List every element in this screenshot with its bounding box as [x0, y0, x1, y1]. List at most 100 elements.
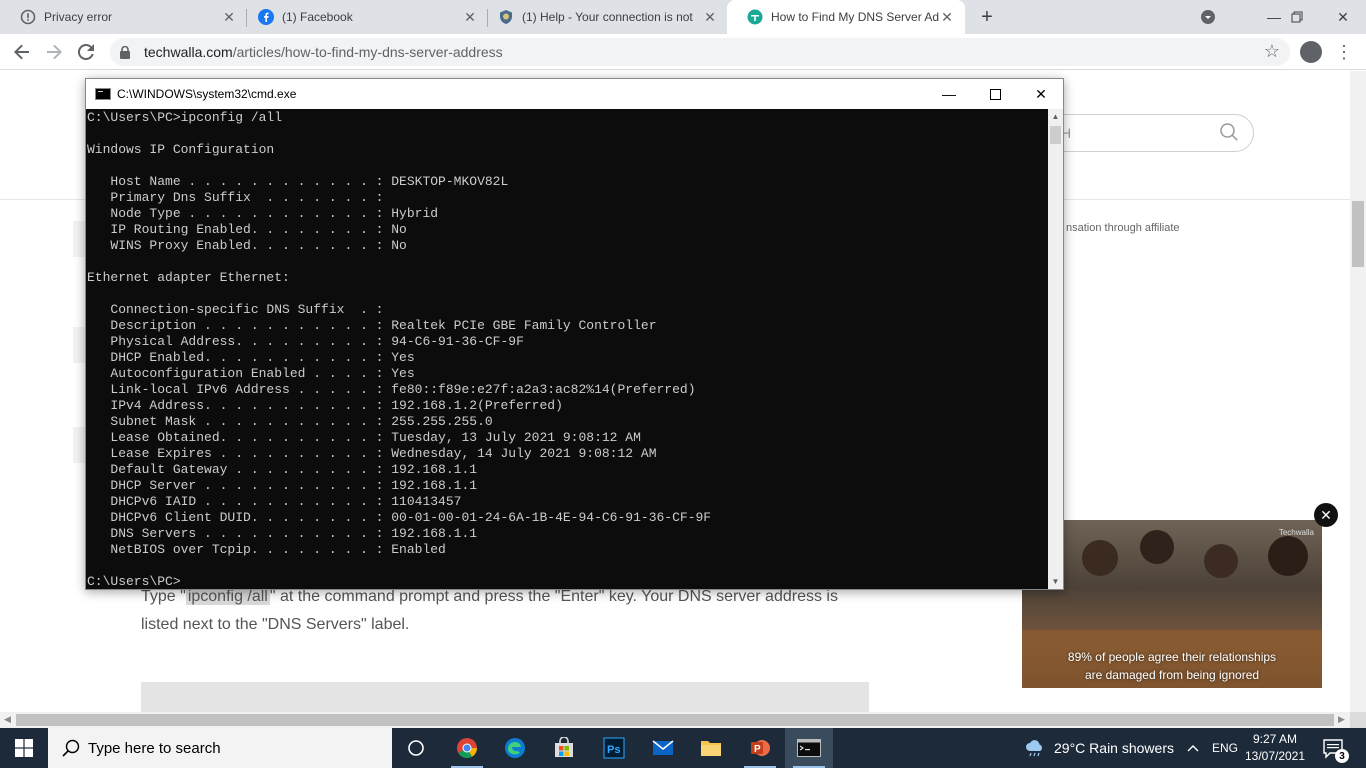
weather-widget[interactable]: 29°C Rain showers	[1024, 728, 1174, 768]
affiliate-disclosure: nsation through affiliate	[1066, 222, 1180, 234]
restore-browser-button[interactable]	[1274, 0, 1320, 34]
ad-figure	[1140, 530, 1174, 564]
cmd-title-bar[interactable]: C:\WINDOWS\system32\cmd.exe	[86, 79, 1063, 109]
taskbar-clock[interactable]: 9:27 AM 13/07/2021	[1240, 731, 1310, 765]
help-shield-icon	[498, 9, 514, 25]
close-tab-icon[interactable]: ✕	[462, 9, 478, 25]
console-text: C:\Users\PC>ipconfig /all Windows IP Con…	[87, 110, 712, 589]
site-search-input[interactable]: H	[1040, 114, 1254, 152]
weather-text: 29°C Rain showers	[1054, 740, 1174, 756]
start-button[interactable]	[0, 728, 48, 768]
highlighted-command: ipconfig /all	[185, 588, 270, 605]
share-button[interactable]	[73, 327, 85, 363]
close-tab-icon[interactable]: ✕	[939, 9, 955, 25]
task-view-button[interactable]	[392, 728, 440, 768]
article-text-segment: listed next to the "DNS Servers" label.	[141, 616, 410, 633]
tab-search-button[interactable]	[1185, 0, 1231, 34]
cmd-icon	[95, 88, 111, 100]
browser-toolbar: techwalla.com/articles/how-to-find-my-dn…	[0, 34, 1366, 70]
scroll-left-icon[interactable]: ◀	[4, 714, 11, 725]
forward-button[interactable]	[42, 40, 66, 64]
page-vertical-scrollbar[interactable]	[1350, 71, 1366, 712]
profile-avatar[interactable]	[1300, 41, 1322, 63]
scroll-down-icon[interactable]: ▼	[1048, 574, 1063, 589]
url-path: /articles/how-to-find-my-dns-server-addr…	[232, 44, 503, 60]
taskbar-chrome[interactable]	[443, 728, 491, 768]
svg-text:Ps: Ps	[607, 744, 620, 756]
advertisement-image[interactable]: Techwalla 89% of people agree their rela…	[1022, 520, 1322, 688]
photoshop-icon: Ps	[603, 737, 625, 759]
arrow-right-icon	[47, 44, 62, 60]
browser-tab-strip: Privacy error ✕ (1) Facebook ✕ (1) Help …	[0, 0, 1366, 34]
article-text-segment: Type "	[141, 588, 186, 605]
svg-text:P: P	[754, 744, 761, 755]
taskbar: Type here to search Ps P 29°C Rain showe…	[0, 728, 1366, 768]
lock-icon	[120, 45, 132, 59]
reload-icon	[78, 44, 94, 60]
scrollbar-thumb[interactable]	[1352, 201, 1364, 267]
taskbar-cmd[interactable]	[785, 728, 833, 768]
ad-figure	[1204, 544, 1238, 578]
cmd-window-title: C:\WINDOWS\system32\cmd.exe	[117, 87, 297, 101]
ad-caption: 89% of people agree their relationships …	[1022, 648, 1322, 684]
taskbar-powerpoint[interactable]: P	[736, 728, 784, 768]
task-view-icon	[408, 740, 424, 756]
console-output[interactable]: C:\Users\PC>ipconfig /all Windows IP Con…	[86, 109, 1048, 589]
ad-figure	[1082, 540, 1118, 576]
article-text-segment: " at the command prompt and press the "E…	[269, 588, 838, 605]
image-placeholder	[141, 682, 869, 712]
tab-title: (1) Help - Your connection is not	[522, 10, 693, 24]
browser-menu-icon[interactable]: ⋮	[1332, 40, 1356, 64]
cmd-minimize-button[interactable]: —	[926, 79, 972, 109]
restore-icon	[1291, 11, 1303, 23]
maximize-icon	[989, 88, 1001, 100]
techwalla-icon	[747, 9, 763, 25]
scrollbar-corner	[1350, 712, 1366, 728]
scrollbar-thumb[interactable]	[16, 714, 1334, 726]
tab-help[interactable]: (1) Help - Your connection is not ✕	[478, 0, 728, 34]
close-browser-button[interactable]: ✕	[1320, 0, 1366, 34]
tab-facebook[interactable]: (1) Facebook ✕	[238, 0, 488, 34]
search-icon[interactable]	[1219, 122, 1239, 142]
cmd-close-button[interactable]: ✕	[1018, 79, 1064, 109]
close-tab-icon[interactable]: ✕	[702, 9, 718, 25]
taskbar-mail[interactable]	[639, 728, 687, 768]
bookmark-star-icon[interactable]: ☆	[1262, 41, 1282, 61]
taskbar-edge[interactable]	[491, 728, 539, 768]
scroll-up-icon[interactable]: ▲	[1048, 109, 1063, 124]
address-bar[interactable]: techwalla.com/articles/how-to-find-my-dn…	[110, 38, 1290, 66]
article-paragraph: Type " ipconfig /all " at the command prom…	[141, 583, 871, 639]
console-scrollbar[interactable]: ▲ ▼	[1048, 109, 1063, 589]
show-hidden-icons-button[interactable]	[1187, 728, 1199, 768]
reload-button[interactable]	[74, 40, 98, 64]
edge-icon	[505, 738, 525, 758]
tab-techwalla[interactable]: How to Find My DNS Server Add ✕	[727, 0, 965, 34]
new-tab-button[interactable]: +	[975, 5, 999, 29]
scrollbar-thumb[interactable]	[1050, 126, 1061, 144]
language-indicator[interactable]: ENG	[1212, 728, 1238, 768]
close-ad-button[interactable]: ✕	[1314, 503, 1338, 527]
close-tab-icon[interactable]: ✕	[221, 9, 237, 25]
taskbar-store[interactable]	[540, 728, 588, 768]
share-button[interactable]	[73, 427, 85, 463]
chevron-up-icon	[1187, 745, 1199, 752]
share-button[interactable]	[73, 221, 85, 257]
tab-title: (1) Facebook	[282, 10, 353, 24]
back-button[interactable]	[10, 40, 34, 64]
file-explorer-icon	[701, 741, 721, 756]
taskbar-search-box[interactable]: Type here to search	[48, 728, 392, 768]
ad-caption-line: 89% of people agree their relationships	[1067, 650, 1277, 664]
clock-date: 13/07/2021	[1244, 749, 1306, 763]
cmd-window[interactable]: C:\WINDOWS\system32\cmd.exe — ✕ C:\Users…	[85, 78, 1064, 590]
tab-title: Privacy error	[44, 10, 113, 24]
taskbar-file-explorer[interactable]	[687, 728, 735, 768]
scroll-right-icon[interactable]: ▶	[1338, 714, 1345, 725]
tab-privacy-error[interactable]: Privacy error ✕	[0, 0, 247, 34]
page-horizontal-scrollbar[interactable]: ◀ ▶	[0, 712, 1350, 728]
cmd-maximize-button[interactable]	[972, 79, 1018, 109]
taskbar-search-placeholder: Type here to search	[88, 739, 221, 757]
facebook-icon	[258, 9, 274, 25]
taskbar-photoshop[interactable]: Ps	[590, 728, 638, 768]
tab-title: How to Find My DNS Server Add	[771, 10, 939, 24]
chrome-icon	[457, 738, 478, 759]
